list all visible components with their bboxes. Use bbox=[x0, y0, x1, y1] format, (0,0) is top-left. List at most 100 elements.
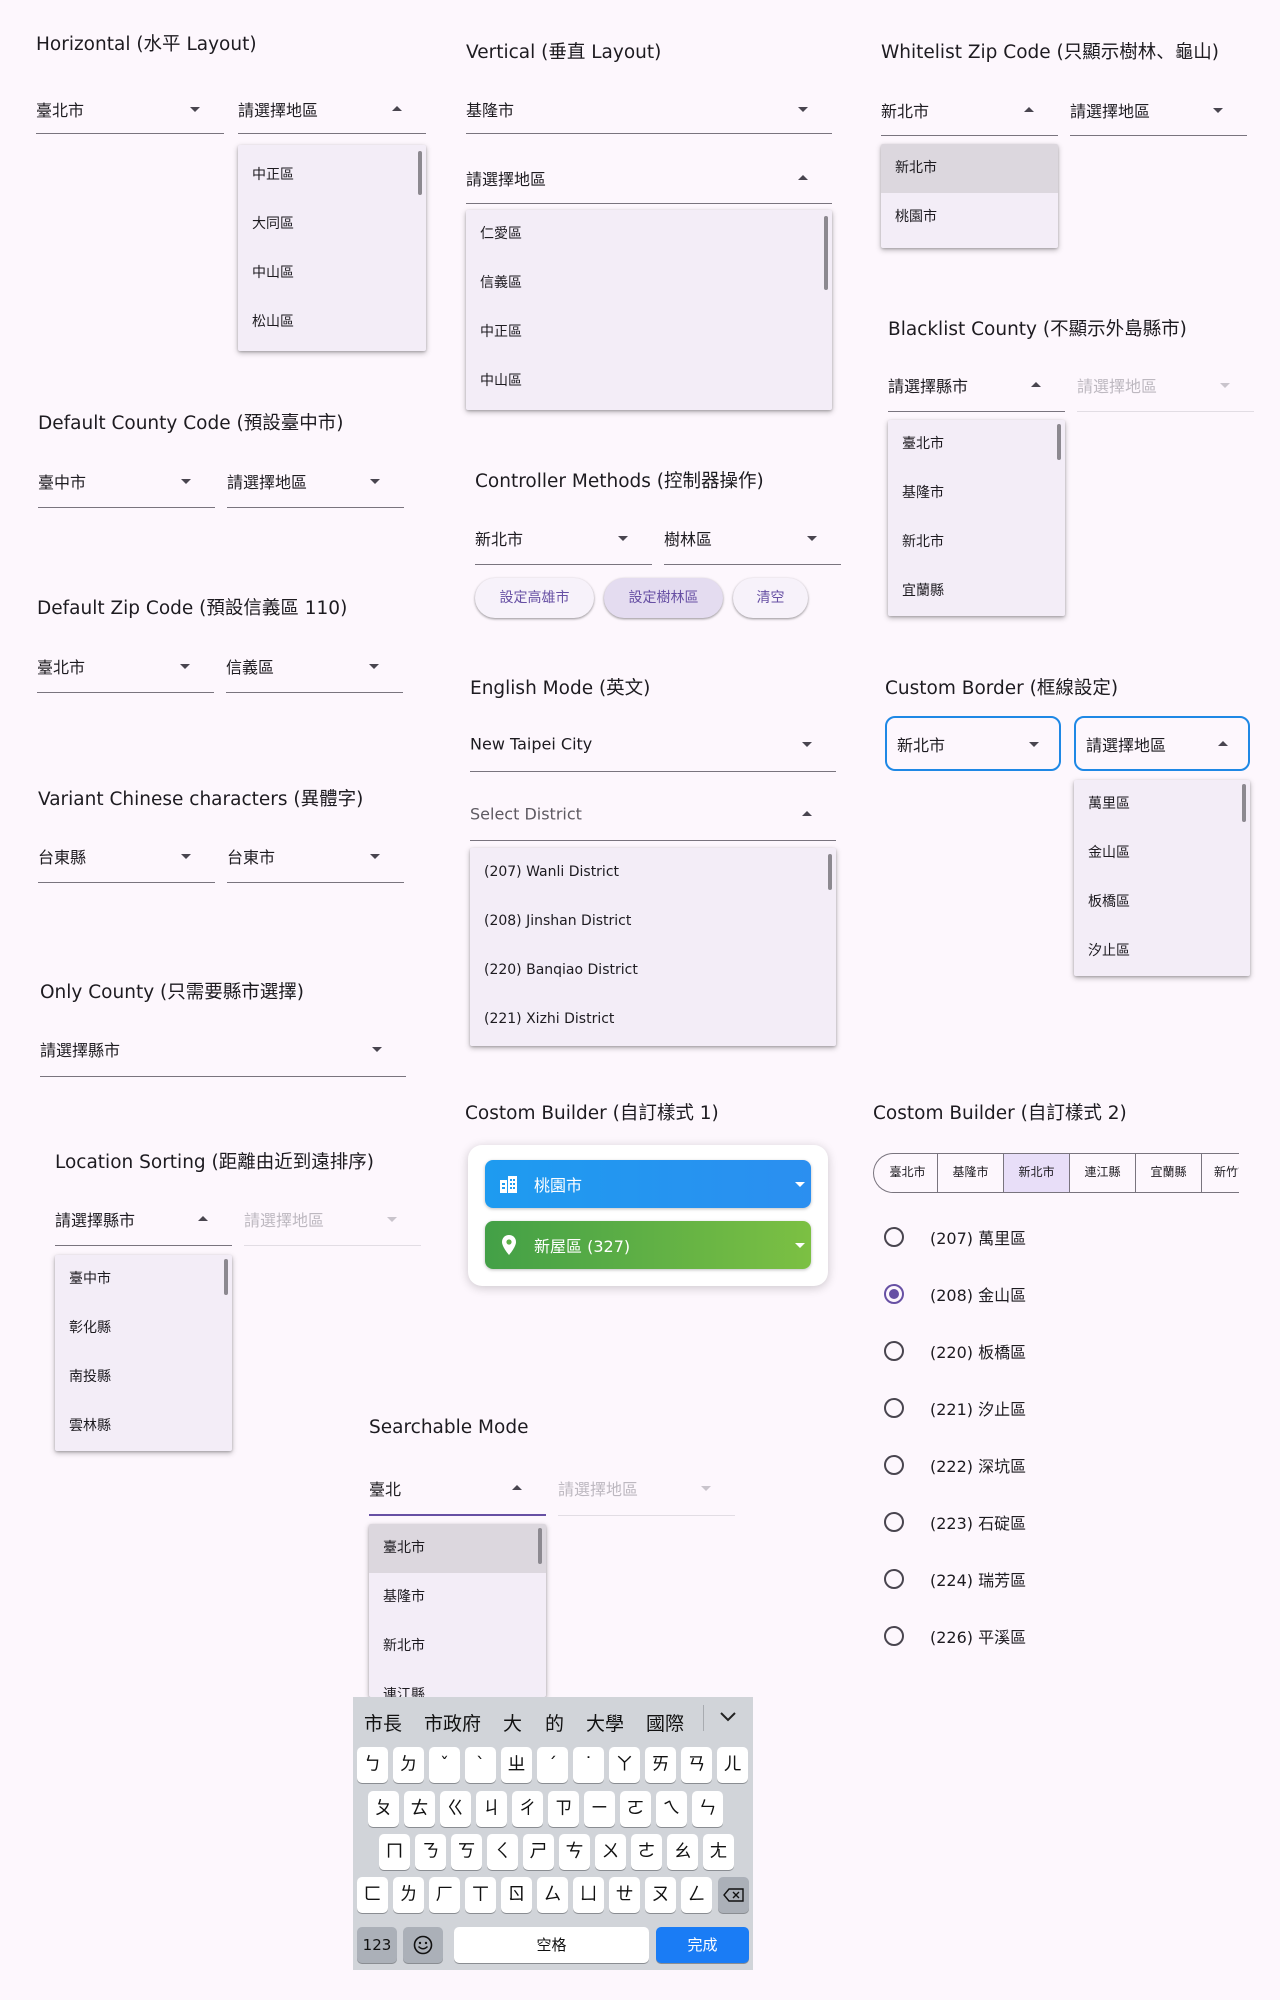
menu-item-selected[interactable]: 臺北市 bbox=[369, 1524, 546, 1573]
blacklist-county-dropdown[interactable]: 請選擇縣市 bbox=[888, 358, 1065, 412]
zhuyin-key[interactable]: ㄅ bbox=[357, 1747, 388, 1783]
zhuyin-key[interactable]: ㄡ bbox=[645, 1877, 676, 1913]
menu-item[interactable]: (221) Xizhi District bbox=[470, 995, 836, 1044]
only-county-dropdown[interactable]: 請選擇縣市 bbox=[40, 1021, 406, 1077]
zhuyin-key[interactable]: ㄖ bbox=[501, 1877, 532, 1913]
menu-item[interactable]: 基隆市 bbox=[369, 1573, 546, 1622]
zhuyin-key[interactable]: ㄏ bbox=[429, 1877, 460, 1913]
menu-item[interactable]: 臺中市 bbox=[55, 1255, 232, 1304]
candidate-word[interactable]: 的 bbox=[545, 1709, 564, 1736]
zhuyin-key[interactable]: ㄑ bbox=[487, 1834, 518, 1870]
vertical-district-dropdown[interactable]: 請選擇地區 bbox=[466, 152, 832, 204]
zhuyin-key[interactable]: ㄓ bbox=[501, 1747, 532, 1783]
english-county-dropdown[interactable]: New Taipei City bbox=[470, 717, 836, 772]
zhuyin-key[interactable]: ˊ bbox=[537, 1747, 568, 1783]
segment-keelung[interactable]: 基隆市 bbox=[938, 1154, 1004, 1192]
zhuyin-key[interactable]: ㄇ bbox=[379, 1834, 410, 1870]
zhuyin-key[interactable]: ㄛ bbox=[620, 1791, 651, 1827]
zhuyin-key[interactable]: ㄨ bbox=[595, 1834, 626, 1870]
radio-button[interactable] bbox=[884, 1569, 904, 1589]
menu-item[interactable]: 仁愛區 bbox=[466, 210, 832, 259]
zhuyin-key[interactable]: ㄋ bbox=[415, 1834, 446, 1870]
zhuyin-key[interactable]: ˙ bbox=[573, 1747, 604, 1783]
zhuyin-key[interactable]: ㄍ bbox=[440, 1791, 471, 1827]
builder1-district-dropdown[interactable]: 新屋區 (327) bbox=[485, 1221, 811, 1269]
zhuyin-key[interactable]: ㄒ bbox=[465, 1877, 496, 1913]
candidate-word[interactable]: 國際 bbox=[646, 1709, 684, 1736]
menu-item-selected[interactable]: 新北市 bbox=[881, 144, 1058, 193]
custom-border-county-dropdown[interactable]: 新北市 bbox=[885, 716, 1061, 771]
set-shulin-button[interactable]: 設定樹林區 bbox=[604, 578, 723, 618]
zhuyin-key[interactable]: ㄊ bbox=[404, 1791, 435, 1827]
zhuyin-key[interactable]: ㄝ bbox=[609, 1877, 640, 1913]
menu-item[interactable]: 南投縣 bbox=[55, 1353, 232, 1402]
english-district-dropdown[interactable]: Select District bbox=[470, 787, 836, 841]
zhuyin-key[interactable]: ㄔ bbox=[512, 1791, 543, 1827]
menu-item[interactable]: 大同區 bbox=[238, 200, 426, 249]
horizontal-district-dropdown[interactable]: 請選擇地區 bbox=[238, 84, 426, 134]
zhuyin-key[interactable]: ㄘ bbox=[559, 1834, 590, 1870]
emoji-key[interactable] bbox=[403, 1927, 443, 1963]
menu-item[interactable]: 雲林縣 bbox=[55, 1402, 232, 1451]
menu-item[interactable]: 連江縣 bbox=[369, 1671, 546, 1697]
done-key[interactable]: 完成 bbox=[656, 1927, 749, 1963]
radio-button[interactable] bbox=[884, 1512, 904, 1532]
scrollbar[interactable] bbox=[1057, 424, 1061, 460]
searchable-county-input[interactable]: 臺北 bbox=[369, 1461, 546, 1516]
menu-item[interactable]: 中正區 bbox=[238, 151, 426, 200]
menu-item[interactable]: 基隆市 bbox=[888, 469, 1065, 518]
space-key[interactable]: 空格 bbox=[454, 1927, 649, 1963]
menu-item[interactable]: (208) Jinshan District bbox=[470, 897, 836, 946]
menu-item[interactable]: 中正區 bbox=[466, 308, 832, 357]
menu-item[interactable]: 新北市 bbox=[888, 518, 1065, 567]
zhuyin-key[interactable]: ㄎ bbox=[451, 1834, 482, 1870]
custom-border-district-dropdown[interactable]: 請選擇地區 bbox=[1074, 716, 1250, 771]
menu-item[interactable]: 中山區 bbox=[238, 249, 426, 298]
menu-item[interactable]: 信義區 bbox=[466, 259, 832, 308]
menu-item[interactable]: 臺北市 bbox=[888, 420, 1065, 469]
zhuyin-key[interactable]: ˋ bbox=[465, 1747, 496, 1783]
candidate-word[interactable]: 大學 bbox=[586, 1709, 624, 1736]
menu-item[interactable]: 金山區 bbox=[1074, 829, 1250, 878]
numbers-key[interactable]: 123 bbox=[357, 1927, 397, 1963]
menu-item[interactable]: 新北市 bbox=[369, 1622, 546, 1671]
segment-new-taipei[interactable]: 新北市 bbox=[1004, 1154, 1070, 1192]
backspace-key[interactable] bbox=[718, 1877, 749, 1913]
scrollbar[interactable] bbox=[538, 1528, 542, 1564]
menu-item[interactable]: 宜蘭縣 bbox=[888, 567, 1065, 616]
menu-item[interactable]: (220) Banqiao District bbox=[470, 946, 836, 995]
zhuyin-key[interactable]: ㄤ bbox=[703, 1834, 734, 1870]
zhuyin-key[interactable]: ㄕ bbox=[523, 1834, 554, 1870]
horizontal-county-dropdown[interactable]: 臺北市 bbox=[36, 84, 224, 134]
radio-button-selected[interactable] bbox=[884, 1284, 904, 1304]
zhuyin-key[interactable]: ㄙ bbox=[537, 1877, 568, 1913]
zhuyin-key[interactable]: ㄦ bbox=[717, 1747, 748, 1783]
scrollbar[interactable] bbox=[824, 216, 828, 290]
zhuyin-key[interactable]: ˇ bbox=[429, 1747, 460, 1783]
menu-item[interactable]: 板橋區 bbox=[1074, 878, 1250, 927]
zhuyin-key[interactable]: ㄜ bbox=[631, 1834, 662, 1870]
candidate-word[interactable]: 大 bbox=[503, 1709, 522, 1736]
zhuyin-key[interactable]: ㄠ bbox=[667, 1834, 698, 1870]
zhuyin-key[interactable]: ㄐ bbox=[476, 1791, 507, 1827]
zhuyin-key[interactable]: ㄚ bbox=[609, 1747, 640, 1783]
clear-button[interactable]: 清空 bbox=[733, 578, 808, 618]
zhuyin-key[interactable]: ㄩ bbox=[573, 1877, 604, 1913]
segment-yilan[interactable]: 宜蘭縣 bbox=[1136, 1154, 1202, 1192]
controller-county-dropdown[interactable]: 新北市 bbox=[475, 511, 652, 565]
zhuyin-key[interactable]: ㄞ bbox=[645, 1747, 676, 1783]
zhuyin-key[interactable]: ㄉ bbox=[393, 1747, 424, 1783]
radio-button[interactable] bbox=[884, 1398, 904, 1418]
scrollbar[interactable] bbox=[224, 1259, 228, 1295]
default-county-county-dropdown[interactable]: 臺中市 bbox=[38, 454, 215, 508]
radio-button[interactable] bbox=[884, 1341, 904, 1361]
scrollbar[interactable] bbox=[828, 854, 832, 890]
default-county-district-dropdown[interactable]: 請選擇地區 bbox=[227, 454, 404, 508]
zhuyin-key[interactable]: ㄌ bbox=[393, 1877, 424, 1913]
menu-item[interactable]: 彰化縣 bbox=[55, 1304, 232, 1353]
whitelist-county-dropdown[interactable]: 新北市 bbox=[881, 84, 1058, 136]
menu-item[interactable]: (207) Wanli District bbox=[470, 848, 836, 897]
segment-taipei[interactable]: 臺北市 bbox=[874, 1154, 938, 1192]
builder1-county-dropdown[interactable]: 桃園市 bbox=[485, 1160, 811, 1208]
variant-county-dropdown[interactable]: 台東縣 bbox=[38, 829, 215, 883]
